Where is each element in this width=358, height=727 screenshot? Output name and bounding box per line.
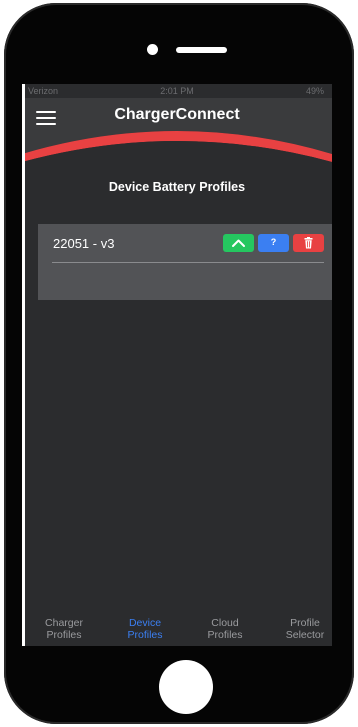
- card-divider: [52, 262, 324, 263]
- tab-label-line1: Cloud: [211, 617, 239, 629]
- status-bar: Verizon 2:01 PM 49%: [22, 84, 332, 98]
- header-arc: [22, 131, 332, 178]
- question-mark-icon: ?: [270, 237, 277, 247]
- earpiece-speaker: [176, 47, 227, 53]
- front-camera: [147, 44, 158, 55]
- chevron-up-icon: [232, 239, 245, 247]
- tab-label-line1: Device: [128, 617, 162, 629]
- profile-info-button[interactable]: ?: [258, 234, 289, 252]
- tab-label-line1: Profile: [290, 617, 320, 629]
- app-screen: Verizon 2:01 PM 49% ChargerConnect Devic…: [22, 84, 332, 646]
- delete-profile-button[interactable]: [293, 234, 324, 252]
- tab-label-line2: Profiles: [207, 629, 243, 641]
- bottom-tab-bar: Charger Profiles Device Profiles Cloud P…: [22, 611, 332, 646]
- select-profile-button[interactable]: [223, 234, 254, 252]
- tab-charger-profiles[interactable]: Charger Profiles: [31, 617, 97, 641]
- home-button[interactable]: [159, 660, 213, 714]
- profile-name: 22051 - v3: [53, 236, 115, 251]
- tab-label-line2: Profiles: [46, 629, 82, 641]
- tab-profile-selector[interactable]: Profile Selector: [272, 617, 332, 641]
- screen-edge: [22, 84, 25, 646]
- tab-label-line2: Selector: [285, 629, 325, 641]
- trash-icon: [304, 237, 313, 249]
- tab-label-line1: Charger: [45, 617, 83, 629]
- battery-percent: 49%: [305, 86, 324, 96]
- tab-cloud-profiles[interactable]: Cloud Profiles: [192, 617, 258, 641]
- status-time: 2:01 PM: [160, 86, 194, 96]
- profile-card[interactable]: 22051 - v3 ?: [38, 224, 332, 300]
- tab-label-line2: Profiles: [127, 629, 163, 641]
- tab-device-profiles[interactable]: Device Profiles: [112, 617, 178, 641]
- page-title: Device Battery Profiles: [108, 180, 246, 194]
